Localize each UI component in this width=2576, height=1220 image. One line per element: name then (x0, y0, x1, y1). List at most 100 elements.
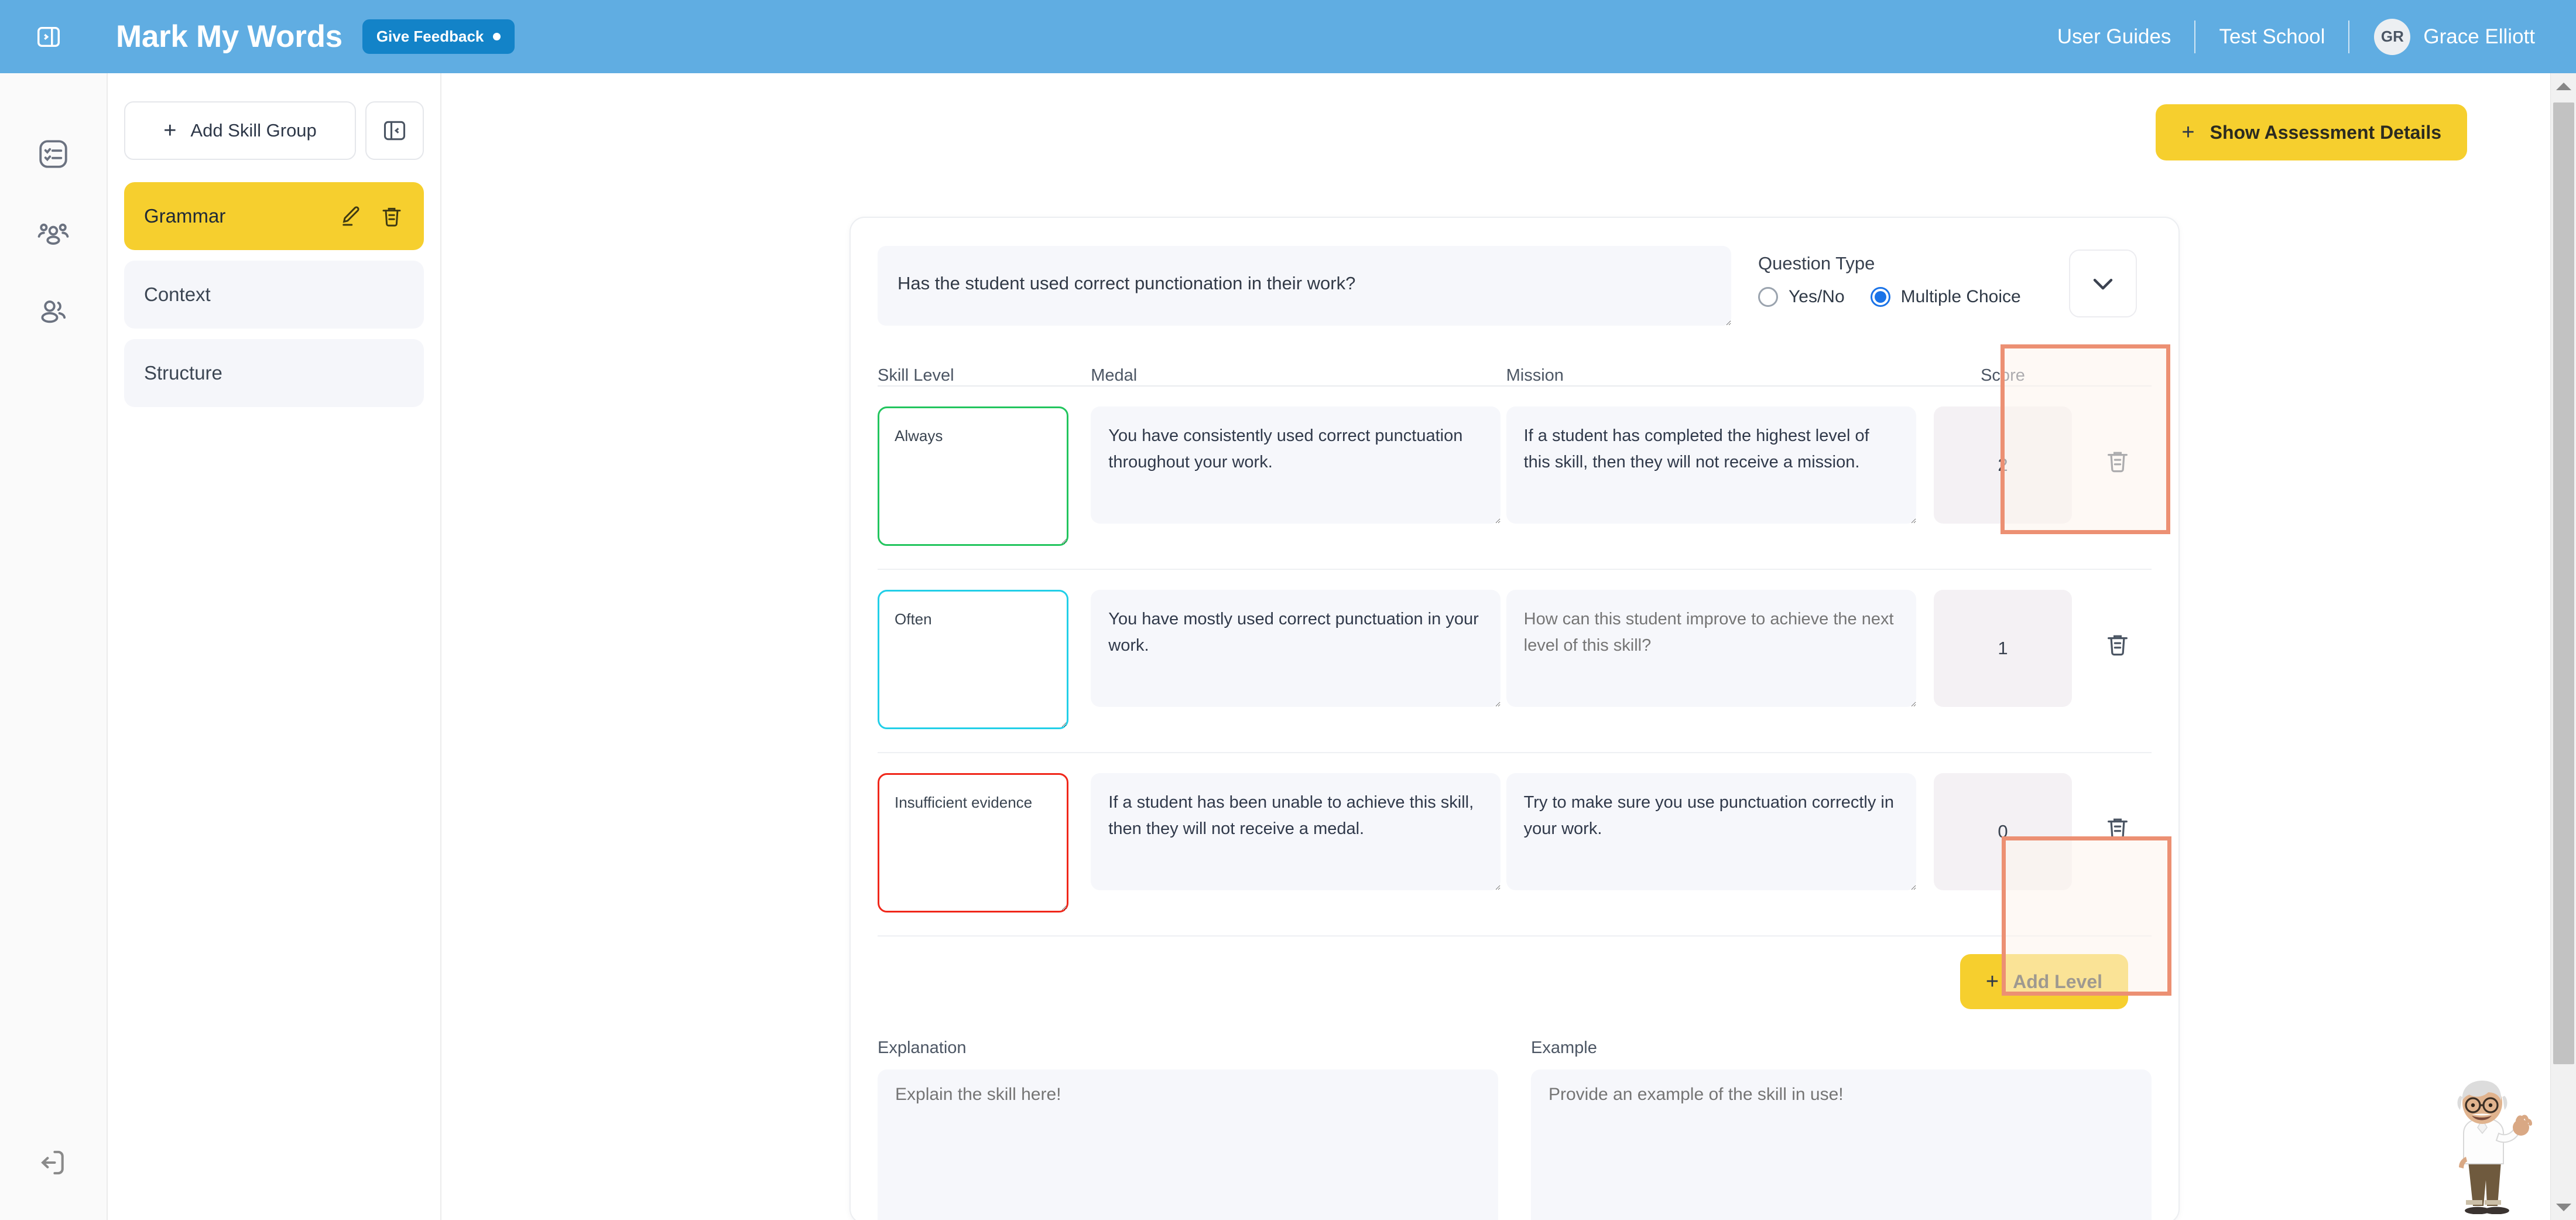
cell-medal (1091, 406, 1506, 527)
divider (2194, 20, 2196, 53)
plus-icon: + (1985, 969, 1999, 994)
question-type-options: Yes/No Multiple Choice (1758, 287, 2036, 307)
show-assessment-details-button[interactable]: + Show Assessment Details (2156, 104, 2467, 160)
table-row: 2 (878, 387, 2152, 570)
cell-mission (1506, 406, 1921, 527)
score-input[interactable]: 1 (1933, 590, 2072, 707)
user-menu[interactable]: GR Grace Elliott (2349, 18, 2535, 55)
panel-collapse-icon[interactable] (365, 101, 424, 160)
skill-group-label: Grammar (144, 205, 226, 227)
cell-score: 0 (1921, 773, 2084, 890)
logout-icon[interactable] (31, 1140, 76, 1185)
professor-mascot[interactable] (2424, 1079, 2541, 1215)
pencil-icon[interactable] (338, 204, 363, 228)
scrollbar-thumb[interactable] (2553, 102, 2574, 1064)
medal-input[interactable] (1091, 773, 1501, 890)
trash-icon[interactable] (379, 204, 404, 228)
plus-icon: + (2181, 120, 2195, 145)
table-row: 1 (878, 570, 2152, 753)
skill-level-input[interactable] (878, 590, 1068, 729)
cell-mission (1506, 590, 1921, 710)
question-type-block: Question Type Yes/No Multiple Choice (1758, 246, 2036, 307)
school-name[interactable]: Test School (2195, 25, 2348, 49)
cell-skill-level (878, 773, 1091, 915)
cell-mission (1506, 773, 1921, 893)
cell-medal (1091, 590, 1506, 710)
skill-editor-card: Question Type Yes/No Multiple Choice Ski… (849, 217, 2180, 1220)
mission-input[interactable] (1506, 590, 1916, 707)
trash-icon[interactable] (2104, 447, 2131, 474)
example-label: Example (1531, 1038, 1597, 1057)
panel-open-icon[interactable] (30, 19, 67, 55)
skill-levels-table: Skill Level Medal Mission Score 2 (878, 344, 2171, 996)
cell-delete (2084, 773, 2152, 841)
add-skill-group-label: Add Skill Group (190, 120, 317, 141)
app-title: Mark My Words (116, 19, 342, 54)
example-block: Example (1531, 1038, 2152, 1220)
skill-group-label: Structure (144, 362, 222, 384)
user-guides-link[interactable]: User Guides (2034, 25, 2195, 49)
add-level-row: + Add Level (878, 954, 2152, 1009)
scroll-down-arrow-icon[interactable] (2551, 1194, 2576, 1220)
cell-skill-level (878, 590, 1091, 732)
explanation-example-row: Explanation Example (878, 1038, 2152, 1220)
top-bar-left: Mark My Words Give Feedback (0, 19, 515, 55)
skill-group-label: Context (144, 283, 211, 305)
classes-icon[interactable] (31, 211, 76, 255)
radio-multiple-choice-label: Multiple Choice (1900, 287, 2021, 306)
user-name: Grace Elliott (2423, 25, 2535, 48)
cell-delete (2084, 406, 2152, 474)
skill-level-input[interactable] (878, 406, 1068, 546)
radio-yes-no[interactable] (1758, 287, 1778, 307)
sidebar-item-context[interactable]: Context (124, 261, 424, 329)
sidebar-toolbar: + Add Skill Group (124, 101, 424, 160)
explanation-input[interactable] (878, 1069, 1498, 1220)
cell-delete (2084, 590, 2152, 658)
sidebar-item-structure[interactable]: Structure (124, 339, 424, 407)
main-content: + Show Assessment Details Question Type … (443, 73, 2576, 1220)
question-type-label: Question Type (1758, 253, 1875, 274)
trash-icon[interactable] (2104, 814, 2131, 841)
students-icon[interactable] (31, 289, 76, 333)
mission-input[interactable] (1506, 773, 1916, 890)
medal-input[interactable] (1091, 406, 1501, 524)
score-input[interactable]: 2 (1933, 406, 2072, 524)
chevron-down-icon[interactable] (2068, 250, 2137, 317)
add-level-label: Add Level (2013, 970, 2102, 992)
assessments-icon[interactable] (31, 132, 76, 176)
skill-level-input[interactable] (878, 773, 1068, 913)
column-header-mission: Mission (1506, 366, 1564, 385)
add-skill-group-button[interactable]: + Add Skill Group (124, 101, 356, 160)
trash-icon[interactable] (2104, 631, 2131, 658)
show-assessment-details-row: + Show Assessment Details (2156, 104, 2467, 160)
medal-input[interactable] (1091, 590, 1501, 707)
mission-input[interactable] (1506, 406, 1916, 524)
explanation-label: Explanation (878, 1038, 967, 1057)
cell-skill-level (878, 406, 1091, 549)
skill-group-list: Grammar Context Structure (124, 182, 424, 407)
skill-group-actions (338, 204, 404, 228)
question-input[interactable] (878, 246, 1731, 326)
question-row: Question Type Yes/No Multiple Choice (878, 246, 2152, 326)
radio-multiple-choice[interactable] (1870, 287, 1890, 307)
column-header-medal: Medal (1091, 366, 1138, 385)
add-level-button[interactable]: + Add Level (1960, 954, 2128, 1009)
table-row: 0 (878, 753, 2152, 937)
column-header-skill-level: Skill Level (878, 366, 954, 385)
column-header-score: Score (1981, 366, 2025, 385)
radio-yes-no-label: Yes/No (1789, 287, 1845, 306)
explanation-block: Explanation (878, 1038, 1498, 1220)
scroll-up-arrow-icon[interactable] (2551, 73, 2576, 99)
sidebar-item-grammar[interactable]: Grammar (124, 182, 424, 250)
cell-score: 2 (1921, 406, 2084, 524)
example-input[interactable] (1531, 1069, 2152, 1220)
divider (2348, 20, 2350, 53)
score-input[interactable]: 0 (1933, 773, 2072, 890)
top-bar-right: User Guides Test School GR Grace Elliott (2034, 18, 2576, 55)
skill-group-sidebar: + Add Skill Group Grammar Context Struct… (108, 73, 441, 1220)
show-assessment-details-label: Show Assessment Details (2210, 121, 2441, 143)
cell-score: 1 (1921, 590, 2084, 707)
give-feedback-button[interactable]: Give Feedback (362, 19, 515, 54)
avatar: GR (2374, 18, 2411, 55)
vertical-scrollbar[interactable] (2550, 73, 2576, 1220)
